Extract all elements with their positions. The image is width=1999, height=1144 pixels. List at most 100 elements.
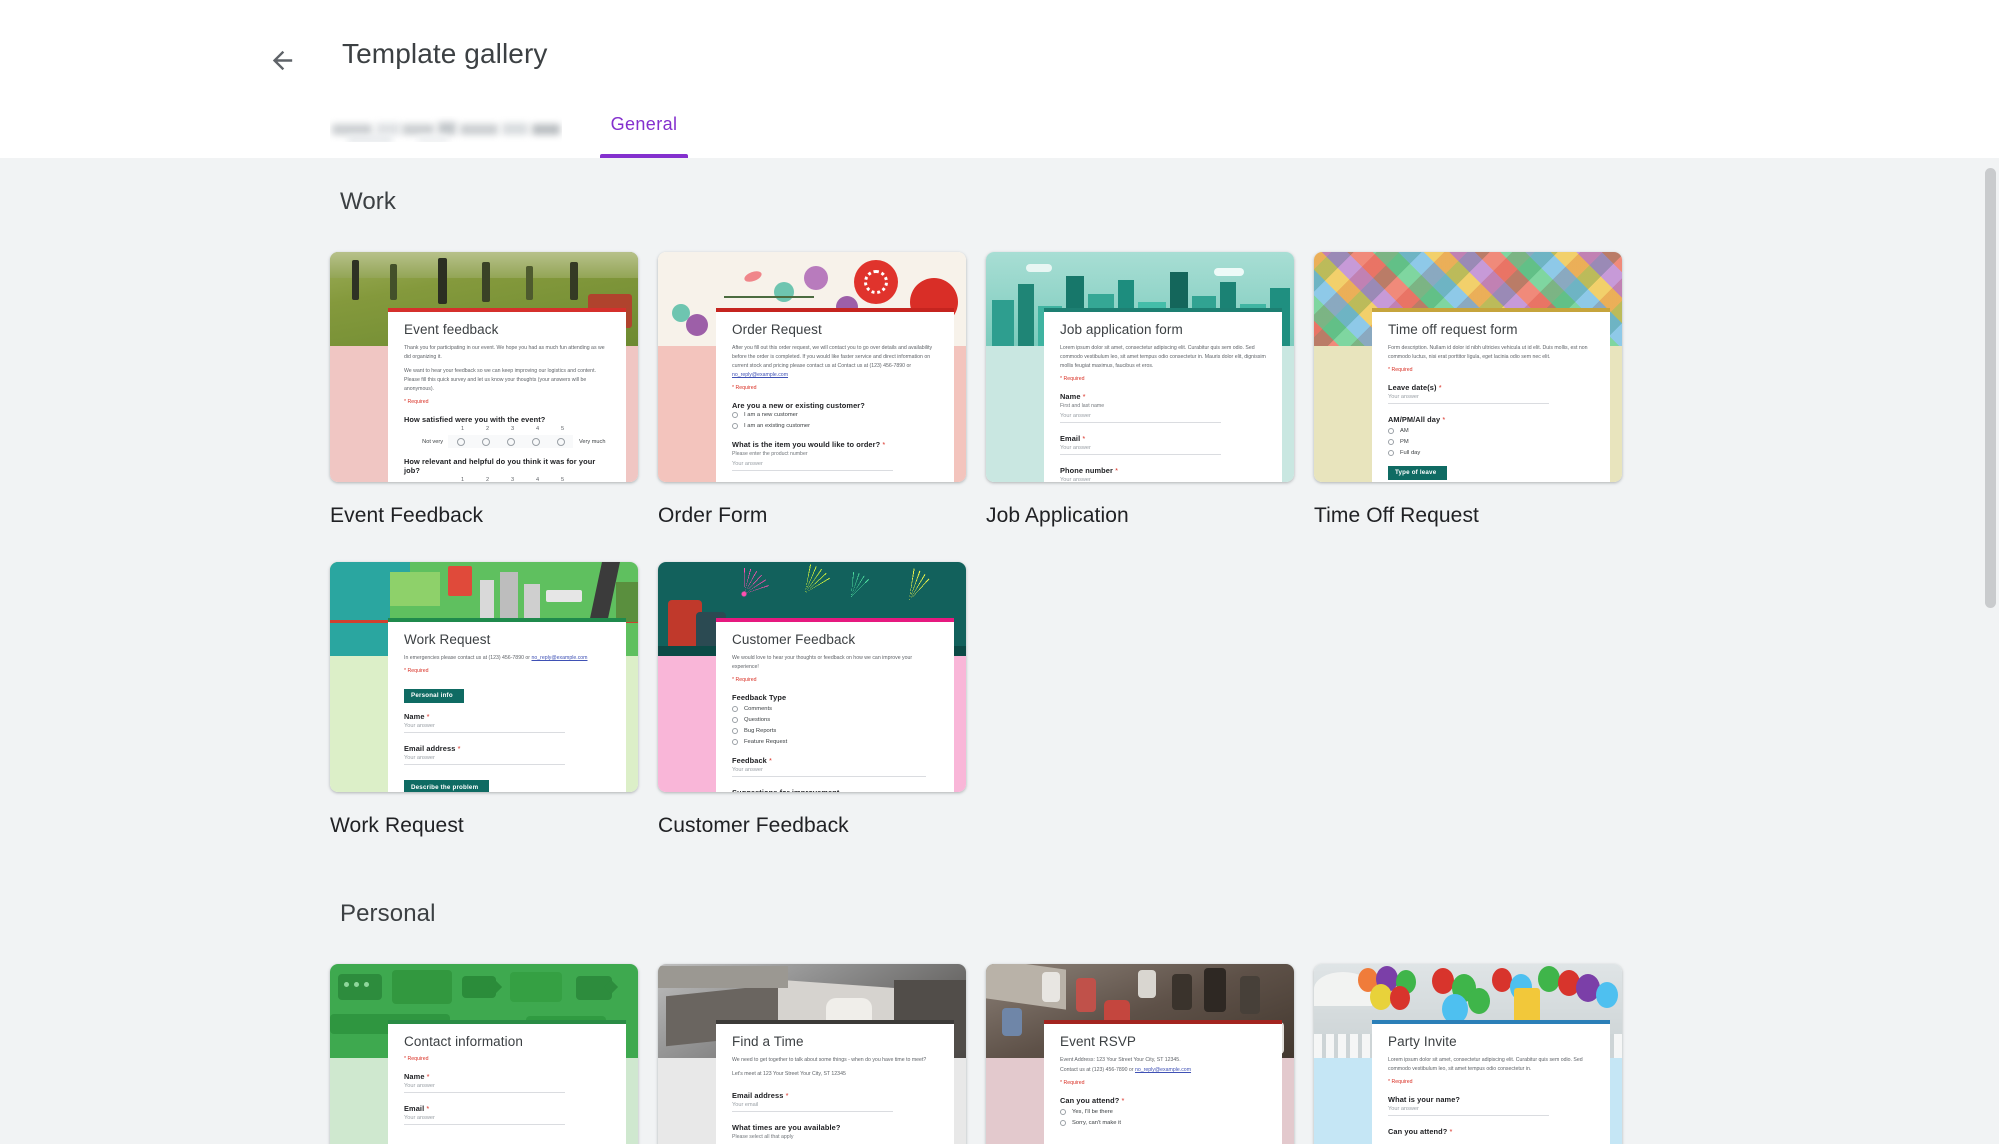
vertical-scrollbar-track[interactable] bbox=[1982, 158, 1999, 1144]
radio-icon bbox=[1060, 1120, 1066, 1127]
page-title: Template gallery bbox=[342, 38, 548, 69]
form-preview-sheet: Event feedback Thank you for participati… bbox=[388, 308, 626, 482]
preview-description-2: Let's meet at 123 Your Street Your City,… bbox=[732, 1071, 846, 1078]
scale-low-label-1: Not very bbox=[422, 438, 443, 445]
card-grid-work: Event feedback Thank you for participati… bbox=[330, 252, 1999, 528]
template-card-event-rsvp[interactable]: Event RSVP Event Address: 123 Your Stree… bbox=[986, 964, 1294, 1144]
question-text: Leave date(s) bbox=[1388, 383, 1437, 393]
section-title-work: Work bbox=[340, 188, 396, 215]
radio-icon bbox=[1388, 439, 1394, 446]
header-top-row: Template gallery bbox=[0, 0, 1999, 108]
form-preview-sheet: Customer Feedback We would love to hear … bbox=[716, 618, 954, 792]
radio-icon bbox=[732, 706, 738, 713]
preview-option: I am an existing customer bbox=[732, 423, 938, 430]
preview-option: I am a new customer bbox=[732, 412, 938, 419]
template-card-contact-information[interactable]: Contact information * Required Name * Yo… bbox=[330, 964, 638, 1144]
preview-question-3: Phone number * bbox=[1060, 466, 1119, 476]
preview-form-title: Party Invite bbox=[1388, 1034, 1457, 1049]
preview-option: AM bbox=[1388, 428, 1594, 435]
back-button[interactable] bbox=[258, 36, 306, 84]
preview-description-1: We need to get together to talk about so… bbox=[732, 1057, 927, 1063]
thumbnail-job-application: Job application form Lorem ipsum dolor s… bbox=[986, 252, 1294, 482]
question-text: Name bbox=[404, 1072, 425, 1081]
preview-question-2: Can you attend? * bbox=[1388, 1127, 1453, 1137]
template-card-customer-feedback[interactable]: Customer Feedback We would love to hear … bbox=[658, 562, 966, 838]
radio-icon bbox=[732, 412, 738, 419]
preview-form-title: Time off request form bbox=[1388, 322, 1518, 337]
tab-redacted[interactable] bbox=[330, 108, 562, 158]
preview-form-title: Contact information bbox=[404, 1034, 523, 1049]
question-text: Phone number bbox=[1060, 466, 1113, 476]
preview-email-link[interactable]: no_reply@example.com bbox=[531, 655, 587, 661]
tab-general[interactable]: General bbox=[600, 108, 688, 158]
preview-question-1: Feedback Type bbox=[732, 693, 787, 703]
form-preview-sheet: Contact information * Required Name * Yo… bbox=[388, 1020, 626, 1144]
preview-question-1: Leave date(s) * bbox=[1388, 383, 1442, 393]
option-label: Full day bbox=[1400, 450, 1421, 457]
preview-rating-scale-2: 12345 Not very Very much bbox=[404, 477, 610, 482]
question-text: AM/PM/All day bbox=[1388, 415, 1441, 425]
thumbnail-order-form: Order Request After you fill out this or… bbox=[658, 252, 966, 482]
preview-description-2: We want to hear your feedback so we can … bbox=[404, 368, 596, 393]
radio-icon bbox=[1060, 1109, 1066, 1116]
preview-question-3: Suggestions for improvement bbox=[732, 788, 938, 792]
gallery-scroll-area[interactable]: Work Event feedback Thank you for partic… bbox=[0, 158, 1999, 1144]
template-card-job-application[interactable]: Job application form Lorem ipsum dolor s… bbox=[986, 252, 1294, 528]
option-label: AM bbox=[1400, 428, 1409, 435]
thumbnail-work-request: Work Request In emergencies please conta… bbox=[330, 562, 638, 792]
preview-form-title: Event RSVP bbox=[1060, 1034, 1137, 1049]
preview-question-1: Can you attend? * bbox=[1060, 1096, 1125, 1106]
thumbnail-event-rsvp: Event RSVP Event Address: 123 Your Stree… bbox=[986, 964, 1294, 1144]
preview-required-note: * Required bbox=[404, 668, 429, 675]
thumbnail-party-invite: Party Invite Lorem ipsum dolor sit amet,… bbox=[1314, 964, 1622, 1144]
question-text: Email address bbox=[732, 1091, 784, 1101]
preview-option: Bug Reports bbox=[732, 728, 938, 735]
preview-question-2: What is the item you would like to order… bbox=[732, 440, 886, 450]
template-card-time-off-request[interactable]: Time off request form Form description. … bbox=[1314, 252, 1622, 528]
card-label-order-form: Order Form bbox=[658, 504, 768, 527]
arrow-left-icon bbox=[272, 50, 292, 70]
preview-hint-2: Please enter the product number bbox=[732, 451, 808, 458]
question-text: Email bbox=[1060, 434, 1081, 444]
scale-high-label-1: Very much bbox=[579, 438, 606, 445]
radio-icon bbox=[732, 423, 738, 430]
preview-email-link[interactable]: no_reply@example.com bbox=[732, 372, 788, 378]
template-card-order-form[interactable]: Order Request After you fill out this or… bbox=[658, 252, 966, 528]
section-work-row-2: Work Request In emergencies please conta… bbox=[0, 528, 1999, 838]
thumbnail-time-off-request: Time off request form Form description. … bbox=[1314, 252, 1622, 482]
preview-required-note: * Required bbox=[1060, 376, 1085, 383]
preview-question-1: Name * bbox=[404, 711, 430, 721]
preview-option: Feature Request bbox=[732, 739, 938, 746]
tab-bar: General bbox=[0, 108, 1999, 158]
template-gallery-page: Template gallery General Work Event feed… bbox=[0, 0, 1999, 1144]
template-card-event-feedback[interactable]: Event feedback Thank you for participati… bbox=[330, 252, 638, 528]
option-label: Comments bbox=[744, 706, 773, 713]
preview-answer-field: Your answer bbox=[1060, 413, 1221, 424]
card-grid-work-row-2: Work Request In emergencies please conta… bbox=[330, 562, 1999, 838]
template-card-find-a-time[interactable]: Find a Time We need to get together to t… bbox=[658, 964, 966, 1144]
template-card-work-request[interactable]: Work Request In emergencies please conta… bbox=[330, 562, 638, 838]
preview-description-text: In emergencies please contact us at (123… bbox=[404, 655, 531, 661]
thumbnail-event-feedback: Event feedback Thank you for participati… bbox=[330, 252, 638, 482]
preview-answer-field: Your answer bbox=[404, 723, 565, 733]
radio-icon bbox=[1388, 428, 1394, 435]
preview-description-1: Event Address: 123 Your Street Your City… bbox=[1060, 1057, 1181, 1063]
preview-email-link[interactable]: no_reply@example.com bbox=[1135, 1067, 1191, 1073]
preview-section-tag-2: Describe the problem bbox=[404, 780, 490, 792]
option-label: I am an existing customer bbox=[744, 423, 811, 430]
template-card-party-invite[interactable]: Party Invite Lorem ipsum dolor sit amet,… bbox=[1314, 964, 1622, 1144]
preview-question-2: Email * bbox=[404, 1104, 430, 1113]
preview-answer-field: Your answer bbox=[404, 755, 565, 765]
question-text: Feedback bbox=[732, 756, 767, 766]
preview-question-1: Name * bbox=[1060, 392, 1086, 402]
card-label-job-application: Job Application bbox=[986, 504, 1129, 527]
form-preview-sheet: Find a Time We need to get together to t… bbox=[716, 1020, 954, 1144]
preview-description-2: Contact us at (123) 456-7890 or no_reply… bbox=[1060, 1066, 1266, 1075]
preview-rating-scale-1: 12345 Not very Very much bbox=[404, 426, 610, 449]
preview-answer-field: Your answer bbox=[1388, 394, 1549, 405]
thumbnail-customer-feedback: Customer Feedback We would love to hear … bbox=[658, 562, 966, 792]
card-label-time-off-request: Time Off Request bbox=[1314, 504, 1479, 527]
redacted-tab-label bbox=[330, 116, 562, 142]
vertical-scrollbar-thumb[interactable] bbox=[1985, 168, 1996, 608]
preview-option: Comments bbox=[732, 706, 938, 713]
